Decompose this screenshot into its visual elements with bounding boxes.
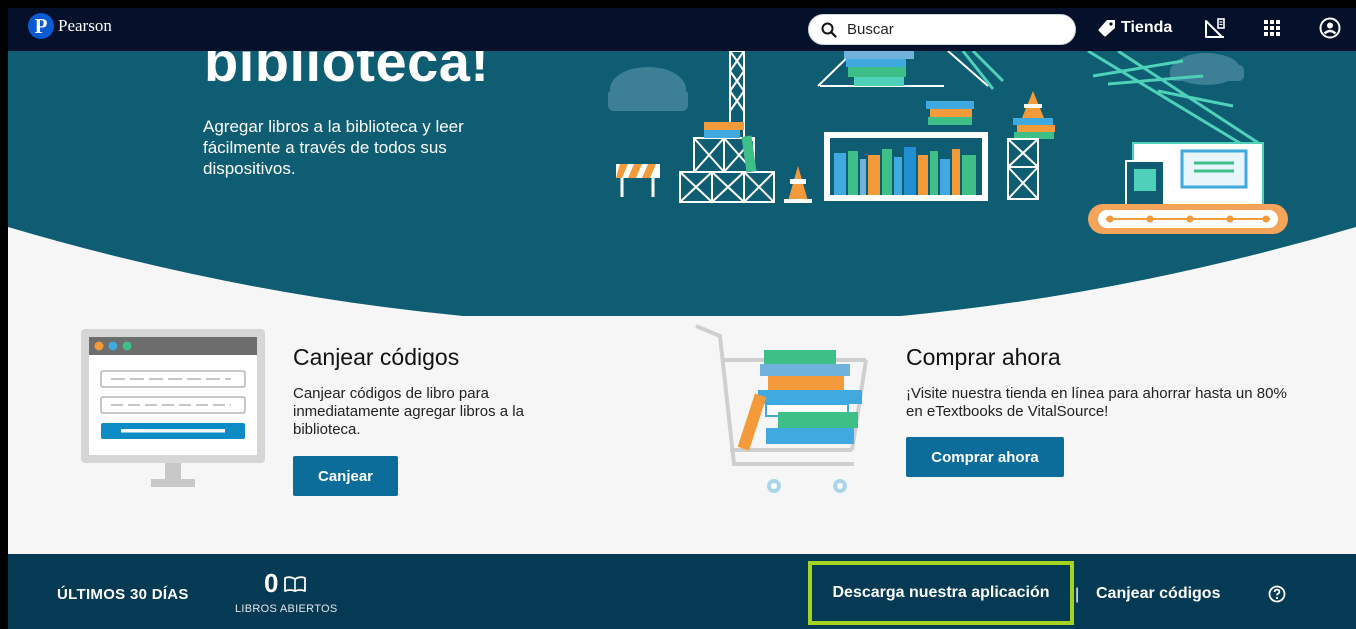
hero-title: biblioteca! bbox=[204, 51, 490, 93]
redeem-codes-link[interactable]: Canjear códigos bbox=[1096, 585, 1220, 603]
footer-bar: ÚLTIMOS 30 DÍAS 0 LIBROS ABIERTOS Descar… bbox=[8, 554, 1356, 629]
store-label: Tienda bbox=[1121, 19, 1173, 36]
redeem-card-description: Canjear códigos de libro para inmediatam… bbox=[293, 385, 524, 438]
buy-card-title: Comprar ahora bbox=[906, 344, 1061, 370]
search-box[interactable] bbox=[808, 14, 1076, 45]
buy-card-description: ¡Visite nuestra tienda en línea para aho… bbox=[906, 385, 1287, 420]
hero-banner: biblioteca! Agregar libros a la bibliote… bbox=[8, 51, 1356, 316]
download-app-link[interactable]: Descarga nuestra aplicación bbox=[808, 561, 1074, 625]
search-icon bbox=[821, 22, 837, 38]
store-link[interactable]: Tienda bbox=[1098, 19, 1172, 37]
books-opened-label: LIBROS ABIERTOS bbox=[235, 603, 338, 615]
announcement-icon[interactable] bbox=[1203, 16, 1227, 40]
pearson-logo[interactable]: P Pearson bbox=[28, 13, 112, 39]
period-label: ÚLTIMOS 30 DÍAS bbox=[57, 586, 189, 603]
hero-description: Agregar libros a la biblioteca y leer fá… bbox=[203, 117, 464, 178]
buy-now-button[interactable]: Comprar ahora bbox=[906, 437, 1064, 477]
top-navigation: P Pearson Tienda bbox=[8, 8, 1356, 51]
search-input[interactable] bbox=[845, 20, 1049, 39]
apps-grid-icon[interactable] bbox=[1260, 16, 1284, 40]
redeem-card-title: Canjear códigos bbox=[293, 344, 460, 370]
open-book-icon bbox=[284, 576, 306, 592]
books-opened-count: 0 bbox=[264, 568, 279, 598]
help-icon[interactable] bbox=[1268, 585, 1286, 603]
shopping-cart-illustration bbox=[695, 324, 868, 493]
footer-separator: | bbox=[1075, 586, 1080, 603]
pearson-logo-mark: P bbox=[28, 13, 54, 39]
account-icon[interactable] bbox=[1318, 16, 1342, 40]
download-app-label: Descarga nuestra aplicación bbox=[832, 584, 1050, 601]
tag-icon bbox=[1098, 20, 1115, 37]
brand-name: Pearson bbox=[58, 16, 112, 35]
redeem-button[interactable]: Canjear bbox=[293, 456, 398, 496]
monitor-illustration bbox=[81, 329, 265, 487]
page: P Pearson Tienda bbox=[8, 8, 1356, 629]
